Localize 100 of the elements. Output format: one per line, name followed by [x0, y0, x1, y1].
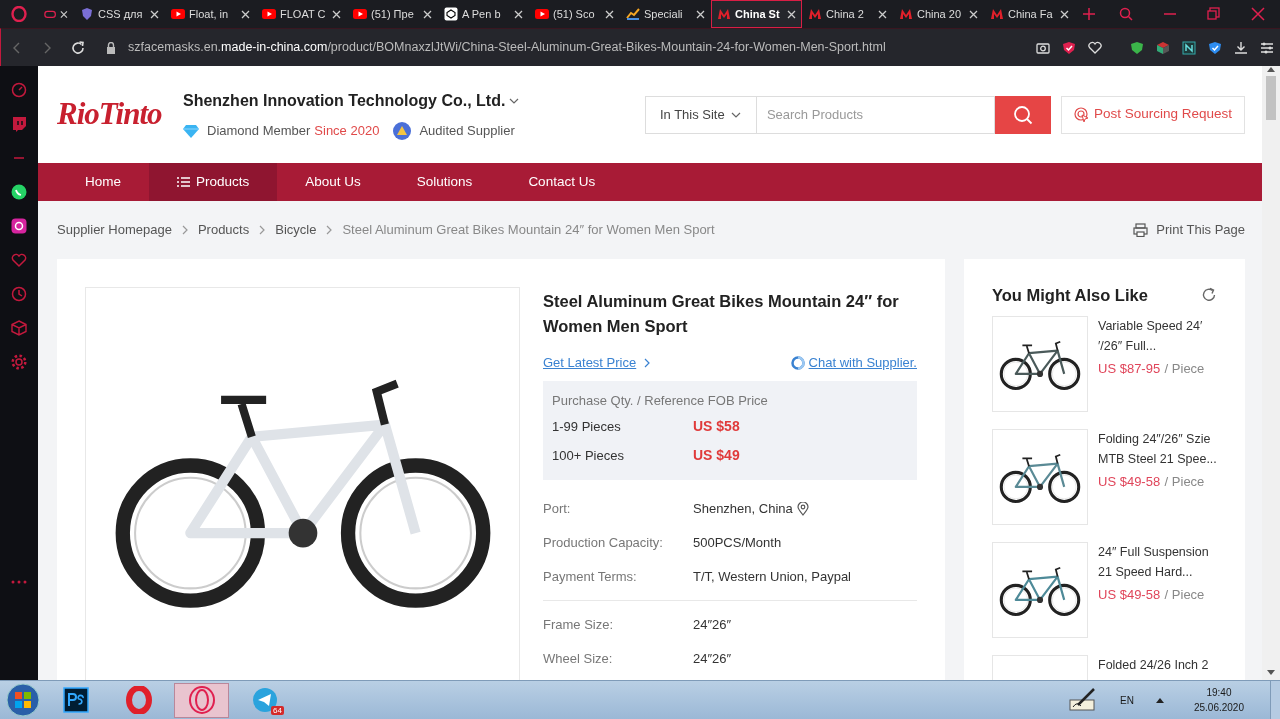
scroll-down-icon[interactable] — [1267, 670, 1275, 676]
refresh-icon[interactable] — [1201, 287, 1217, 304]
browser-tab[interactable]: CSS для — [74, 0, 165, 28]
breadcrumb-link[interactable]: Supplier Homepage — [57, 220, 172, 240]
cube-icon — [444, 7, 458, 21]
company-logo[interactable]: RioTinto — [57, 91, 183, 138]
price-unit: / Piece — [1164, 360, 1205, 376]
clock-icon[interactable] — [11, 286, 27, 302]
opera-logo-icon[interactable] — [11, 6, 27, 22]
search-icon — [1012, 104, 1033, 125]
spec-label: Payment Terms: — [543, 568, 638, 587]
search-icon[interactable] — [1119, 7, 1133, 21]
browser-tab[interactable]: China 2 — [802, 0, 893, 28]
audit-badge-icon — [393, 121, 412, 140]
cube-icon[interactable] — [11, 320, 27, 336]
chevron-down-icon — [730, 111, 741, 118]
nav-tab[interactable]: Solutions — [388, 163, 501, 201]
play-icon — [353, 7, 367, 21]
chevron-down-icon[interactable] — [509, 97, 520, 104]
clock-date: 25.06.2020 — [1193, 701, 1244, 715]
browser-tab[interactable]: China 20 — [893, 0, 984, 28]
quantity-range: 100+ Pieces — [552, 446, 625, 465]
audited-supplier-label: Audited Supplier — [419, 121, 515, 140]
camera-icon[interactable] — [11, 218, 27, 234]
spec-value: Shenzhen, China — [693, 500, 793, 519]
unit-price: US $49 — [693, 446, 740, 465]
shield-icon[interactable] — [1208, 40, 1222, 55]
browser-tab[interactable]: (51) Sco — [529, 0, 620, 28]
play-icon — [535, 7, 549, 21]
search-scope-dropdown[interactable]: In This Site — [644, 95, 757, 134]
more-icon[interactable] — [11, 580, 27, 584]
related-product-link[interactable]: 24″ Full Suspension 21 Speed Hard... — [1098, 541, 1209, 582]
breadcrumb-link[interactable]: Bicycle — [275, 220, 317, 240]
related-title: You Might Also Like — [992, 285, 1148, 306]
breadcrumb-link[interactable]: Products — [197, 220, 250, 240]
quantity-range: 1-99 Pieces — [552, 417, 622, 436]
browser-tab[interactable]: China St — [711, 0, 802, 28]
chat-link[interactable]: Chat with Supplier. — [790, 353, 917, 373]
letter-o-icon[interactable] — [125, 686, 152, 714]
list-icon — [177, 177, 190, 187]
related-product-link[interactable]: Variable Speed 24′ ′/26″ Full... — [1098, 315, 1205, 356]
chevron-right-icon — [259, 225, 266, 235]
search-field[interactable]: Search Products — [756, 95, 995, 134]
nav-tab[interactable]: About Us — [277, 163, 389, 201]
cube-icon[interactable] — [1156, 40, 1170, 55]
price-header: Purchase Qty. / Reference FOB Price — [552, 391, 769, 410]
show-hidden-icons-icon[interactable] — [1155, 697, 1164, 703]
twitch-logo-icon[interactable] — [11, 116, 27, 132]
related-product-link[interactable]: Folded 24/26 Inch 2 — [1098, 654, 1209, 675]
m-logo-icon — [717, 7, 731, 21]
clock-time: 19:40 — [1205, 686, 1233, 700]
member-since: Since 2020 — [314, 121, 380, 140]
photo-editor-icon[interactable] — [62, 687, 89, 713]
n-logo-icon[interactable] — [1182, 40, 1196, 55]
related-price: US $49-58 — [1098, 586, 1161, 602]
browser-tab[interactable]: A Pen b — [438, 0, 529, 28]
shield-icon[interactable] — [1062, 40, 1076, 55]
spec-label: Wheel Size: — [543, 650, 614, 669]
browser-tab[interactable]: China Fa — [984, 0, 1075, 28]
print-link[interactable]: Print This Page — [1156, 220, 1245, 240]
nav-tab[interactable]: Products — [149, 163, 278, 201]
shield-icon[interactable] — [1130, 40, 1144, 55]
get-latest-price-link[interactable]: Get Latest Price — [543, 353, 651, 373]
download-icon[interactable] — [1234, 40, 1248, 55]
browser-tab[interactable]: Float, in — [165, 0, 256, 28]
reload-icon[interactable] — [71, 40, 85, 55]
play-icon — [262, 7, 276, 21]
related-product-link[interactable]: Folding 24″/26″ Szie MTB Steel 21 Spee... — [1098, 428, 1217, 469]
maximize-icon[interactable] — [1207, 7, 1221, 21]
sliders-icon[interactable] — [1260, 40, 1274, 55]
scrollbar-thumb[interactable] — [1266, 76, 1276, 120]
spec-value: 24″26″ — [693, 616, 732, 635]
new-tab-icon[interactable] — [1083, 8, 1095, 20]
nav-tab[interactable]: Contact Us — [500, 163, 624, 201]
chevron-right-icon — [326, 225, 333, 235]
settings-icon[interactable] — [11, 354, 27, 370]
m-logo-icon — [990, 7, 1004, 21]
speedometer-icon[interactable] — [11, 82, 27, 98]
nav-tab[interactable]: Home — [57, 163, 149, 201]
printer-icon[interactable] — [1133, 223, 1149, 237]
member-label: Diamond Member — [207, 121, 311, 140]
ring-icon[interactable] — [187, 686, 216, 714]
language-indicator[interactable]: EN — [1120, 692, 1134, 708]
browser-tab[interactable]: FLOAT C — [256, 0, 347, 28]
price-unit: / Piece — [1164, 473, 1205, 489]
company-name[interactable]: Shenzhen Innovation Technology Co., Ltd. — [183, 88, 506, 113]
related-price: US $87-95 — [1098, 360, 1161, 376]
browser-tab[interactable]: (51) Пре — [347, 0, 438, 28]
spec-label: Port: — [543, 500, 572, 519]
product-title: Steel Aluminum Great Bikes Mountain 24″ for Women Men Sport — [543, 291, 900, 337]
search-button[interactable] — [994, 95, 1051, 134]
post-request-button[interactable]: Post Sourcing Request — [1060, 95, 1245, 134]
play-icon — [171, 7, 185, 21]
chevron-right-icon — [181, 225, 188, 235]
shield-icon — [80, 7, 94, 21]
camera-icon[interactable] — [1036, 40, 1050, 55]
spec-label: Frame Size: — [543, 616, 615, 635]
start-button-icon[interactable] — [6, 683, 40, 717]
chevron-right-icon — [644, 357, 651, 368]
browser-tab[interactable]: Speciali — [620, 0, 711, 28]
